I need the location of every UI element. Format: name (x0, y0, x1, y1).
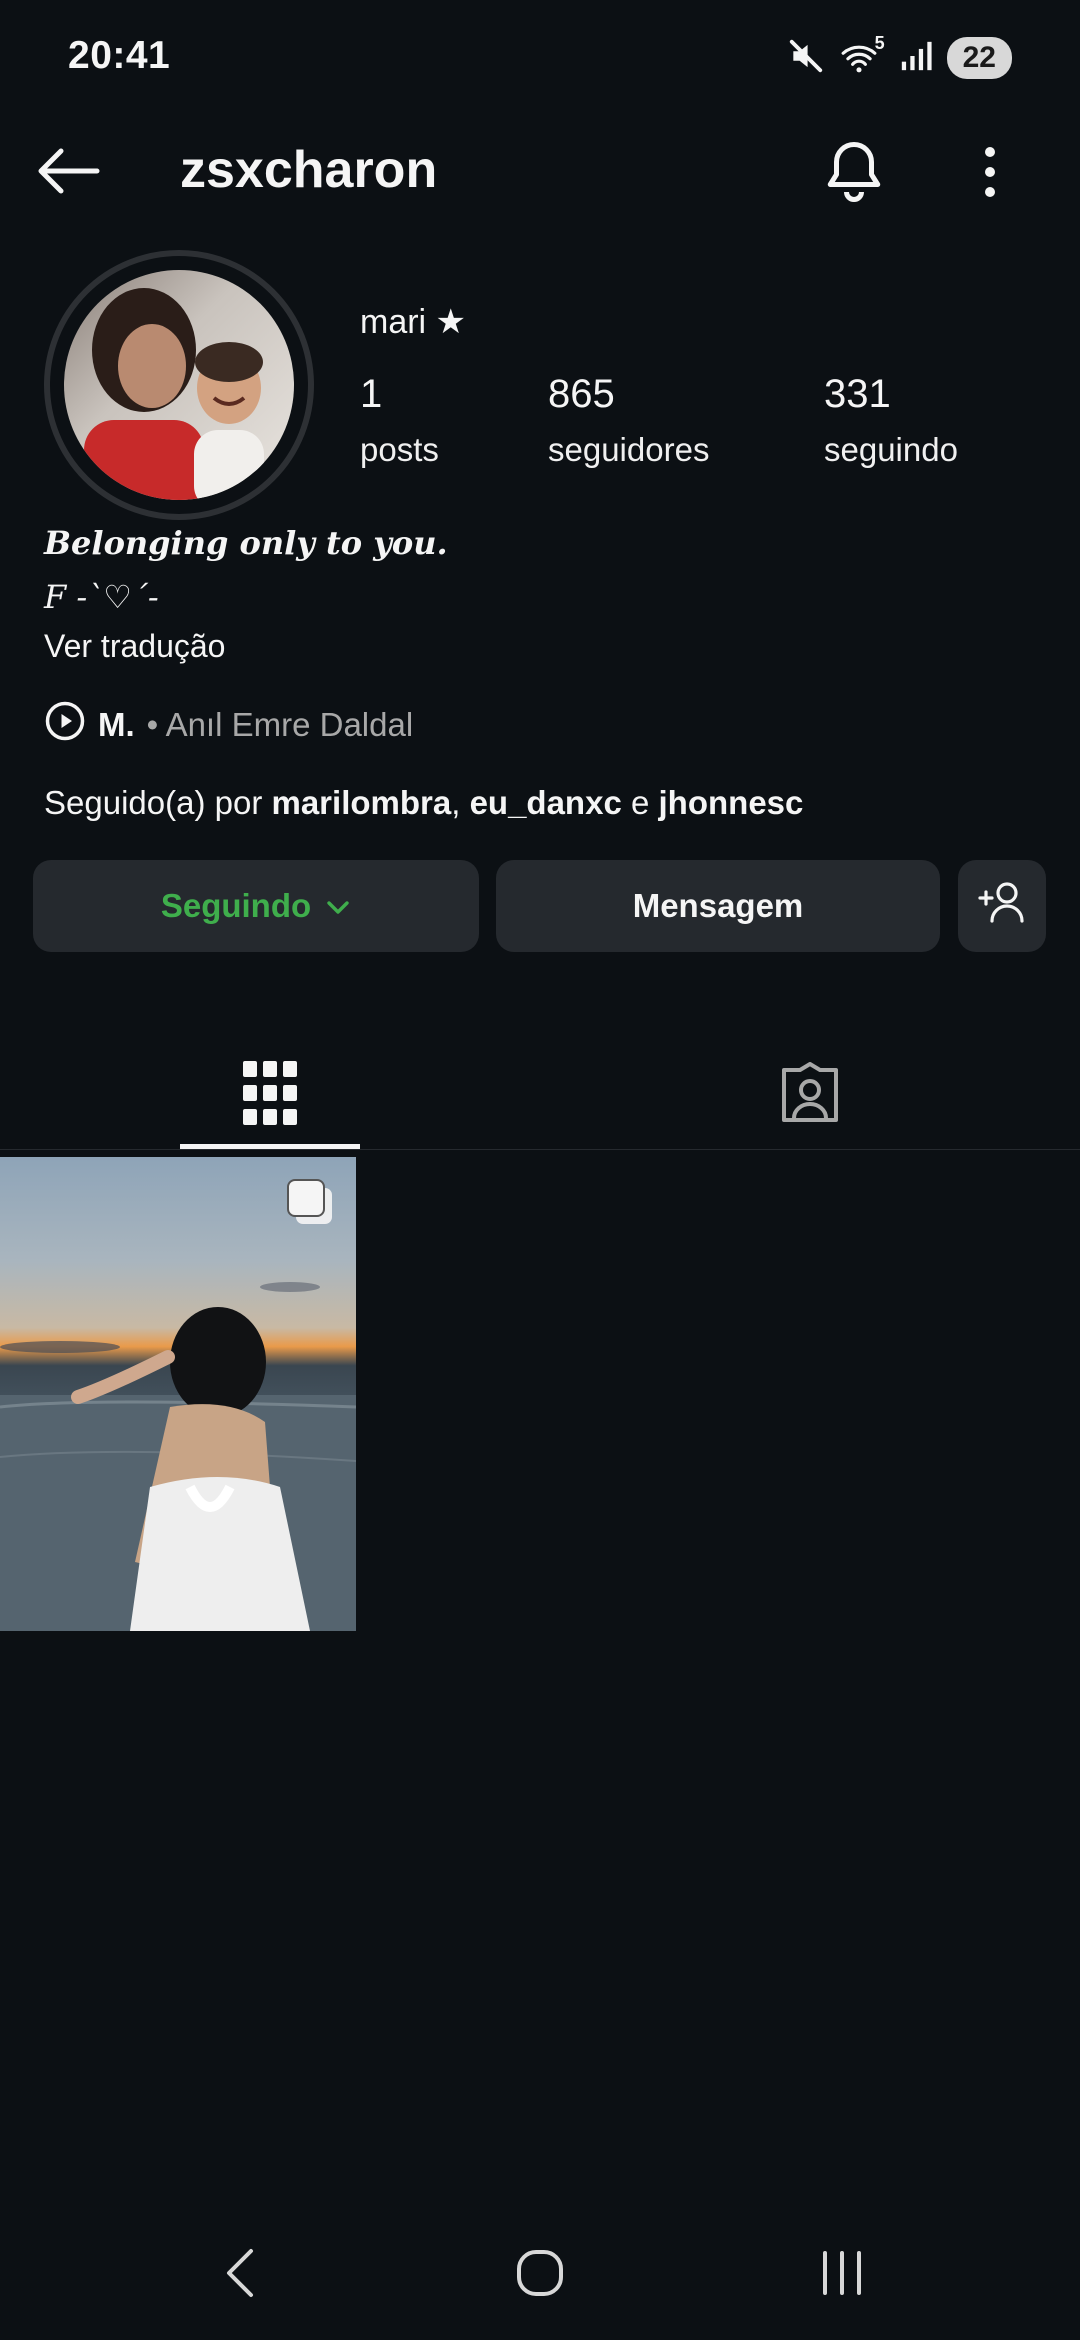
bio-line-2: F -`♡´- (44, 578, 159, 616)
post-thumbnail[interactable] (0, 1157, 356, 1631)
wifi-band-label: 5 (874, 33, 885, 53)
carousel-icon (286, 1178, 336, 1228)
battery-indicator: 22 (946, 37, 1012, 79)
followed-by-separator: e (621, 784, 659, 821)
grid-icon (243, 1060, 297, 1130)
message-button[interactable]: Mensagem (496, 860, 940, 952)
home-circle-icon (515, 2248, 565, 2303)
mute-icon (787, 37, 825, 80)
tab-posts-grid[interactable] (180, 1040, 360, 1150)
add-person-icon (977, 880, 1027, 932)
tab-divider (0, 1149, 1080, 1150)
following-button[interactable]: Seguindo (33, 860, 479, 952)
following-button-label: Seguindo (160, 887, 312, 924)
play-circle-icon (44, 700, 86, 750)
follower-link: marilombra (271, 784, 452, 821)
stat-label: posts (360, 431, 439, 468)
system-home-button[interactable] (510, 2240, 570, 2310)
music-artist: • Anıl Emre Daldal (146, 706, 414, 743)
chevron-left-icon (223, 2247, 257, 2304)
recents-icon (817, 2249, 867, 2302)
wifi-icon: 5 (839, 33, 885, 77)
music-title: M. (98, 706, 135, 743)
tagged-person-icon (778, 1061, 842, 1129)
stat-following[interactable]: 331 seguindo (824, 372, 958, 469)
system-recents-button[interactable] (812, 2240, 872, 2310)
avatar (64, 270, 294, 500)
bell-icon (824, 139, 884, 210)
back-button[interactable] (30, 135, 106, 211)
followed-by-text[interactable]: Seguido(a) por marilombra, eu_danxc e jh… (44, 784, 803, 822)
profile-avatar-ring[interactable] (44, 250, 314, 520)
see-translation-link[interactable]: Ver tradução (44, 628, 225, 665)
profile-username: zsxcharon (180, 141, 438, 199)
stat-label: seguidores (548, 431, 710, 468)
stat-value: 1 (360, 372, 383, 416)
status-time: 20:41 (68, 34, 171, 77)
add-user-button[interactable] (958, 860, 1046, 952)
followed-by-separator: , (451, 784, 470, 821)
arrow-left-icon (35, 146, 101, 201)
chevron-down-icon (325, 887, 351, 925)
status-icons: 5 22 (787, 33, 1012, 80)
stat-label: seguindo (824, 431, 958, 468)
cell-signal-icon (899, 39, 933, 78)
stat-value: 865 (548, 372, 615, 416)
followed-by-prefix: Seguido(a) por (44, 784, 272, 821)
more-options-button[interactable] (958, 132, 1022, 216)
more-vertical-icon (983, 146, 997, 203)
stat-posts: 1 posts (360, 372, 439, 469)
profile-music[interactable]: M. • Anıl Emre Daldal (44, 700, 413, 750)
stat-followers[interactable]: 865 seguidores (548, 372, 709, 469)
profile-display-name: mari ★ (360, 303, 467, 341)
system-back-button[interactable] (210, 2240, 270, 2310)
follower-link: jhonnesc (658, 784, 804, 821)
tab-tagged[interactable] (720, 1040, 900, 1150)
bio-line-1: Belonging only to you. (44, 524, 448, 562)
stat-value: 331 (824, 372, 891, 416)
follower-link: eu_danxc (469, 784, 622, 821)
notifications-button[interactable] (812, 132, 896, 216)
